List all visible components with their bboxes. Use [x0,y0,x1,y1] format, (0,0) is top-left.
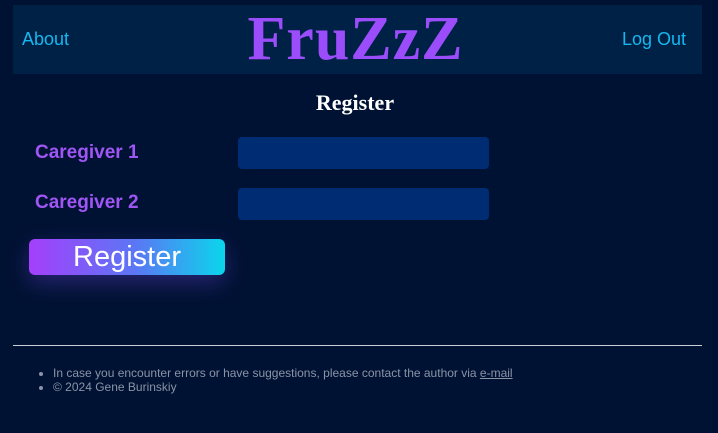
caregiver-1-label: Caregiver 1 [35,142,139,163]
top-navigation-bar: About FruZzZ Log Out [13,5,702,74]
caregiver-2-label: Caregiver 2 [35,192,139,213]
logout-link[interactable]: Log Out [622,29,686,49]
register-button[interactable]: Register [29,239,225,275]
caregiver-1-input[interactable] [238,137,489,169]
footer-copyright-item: © 2024 Gene Burinskiy [53,380,513,394]
footer-contact-item: In case you encounter errors or have sug… [53,366,513,380]
page-title: Register [315,90,395,115]
footer-divider [13,345,702,346]
footer-list: In case you encounter errors or have sug… [13,366,513,394]
email-link[interactable]: e-mail [480,366,513,380]
brand-logo: FruZzZ [247,5,464,73]
footer-contact-text: In case you encounter errors or have sug… [53,366,480,380]
caregiver-2-input[interactable] [238,188,489,220]
